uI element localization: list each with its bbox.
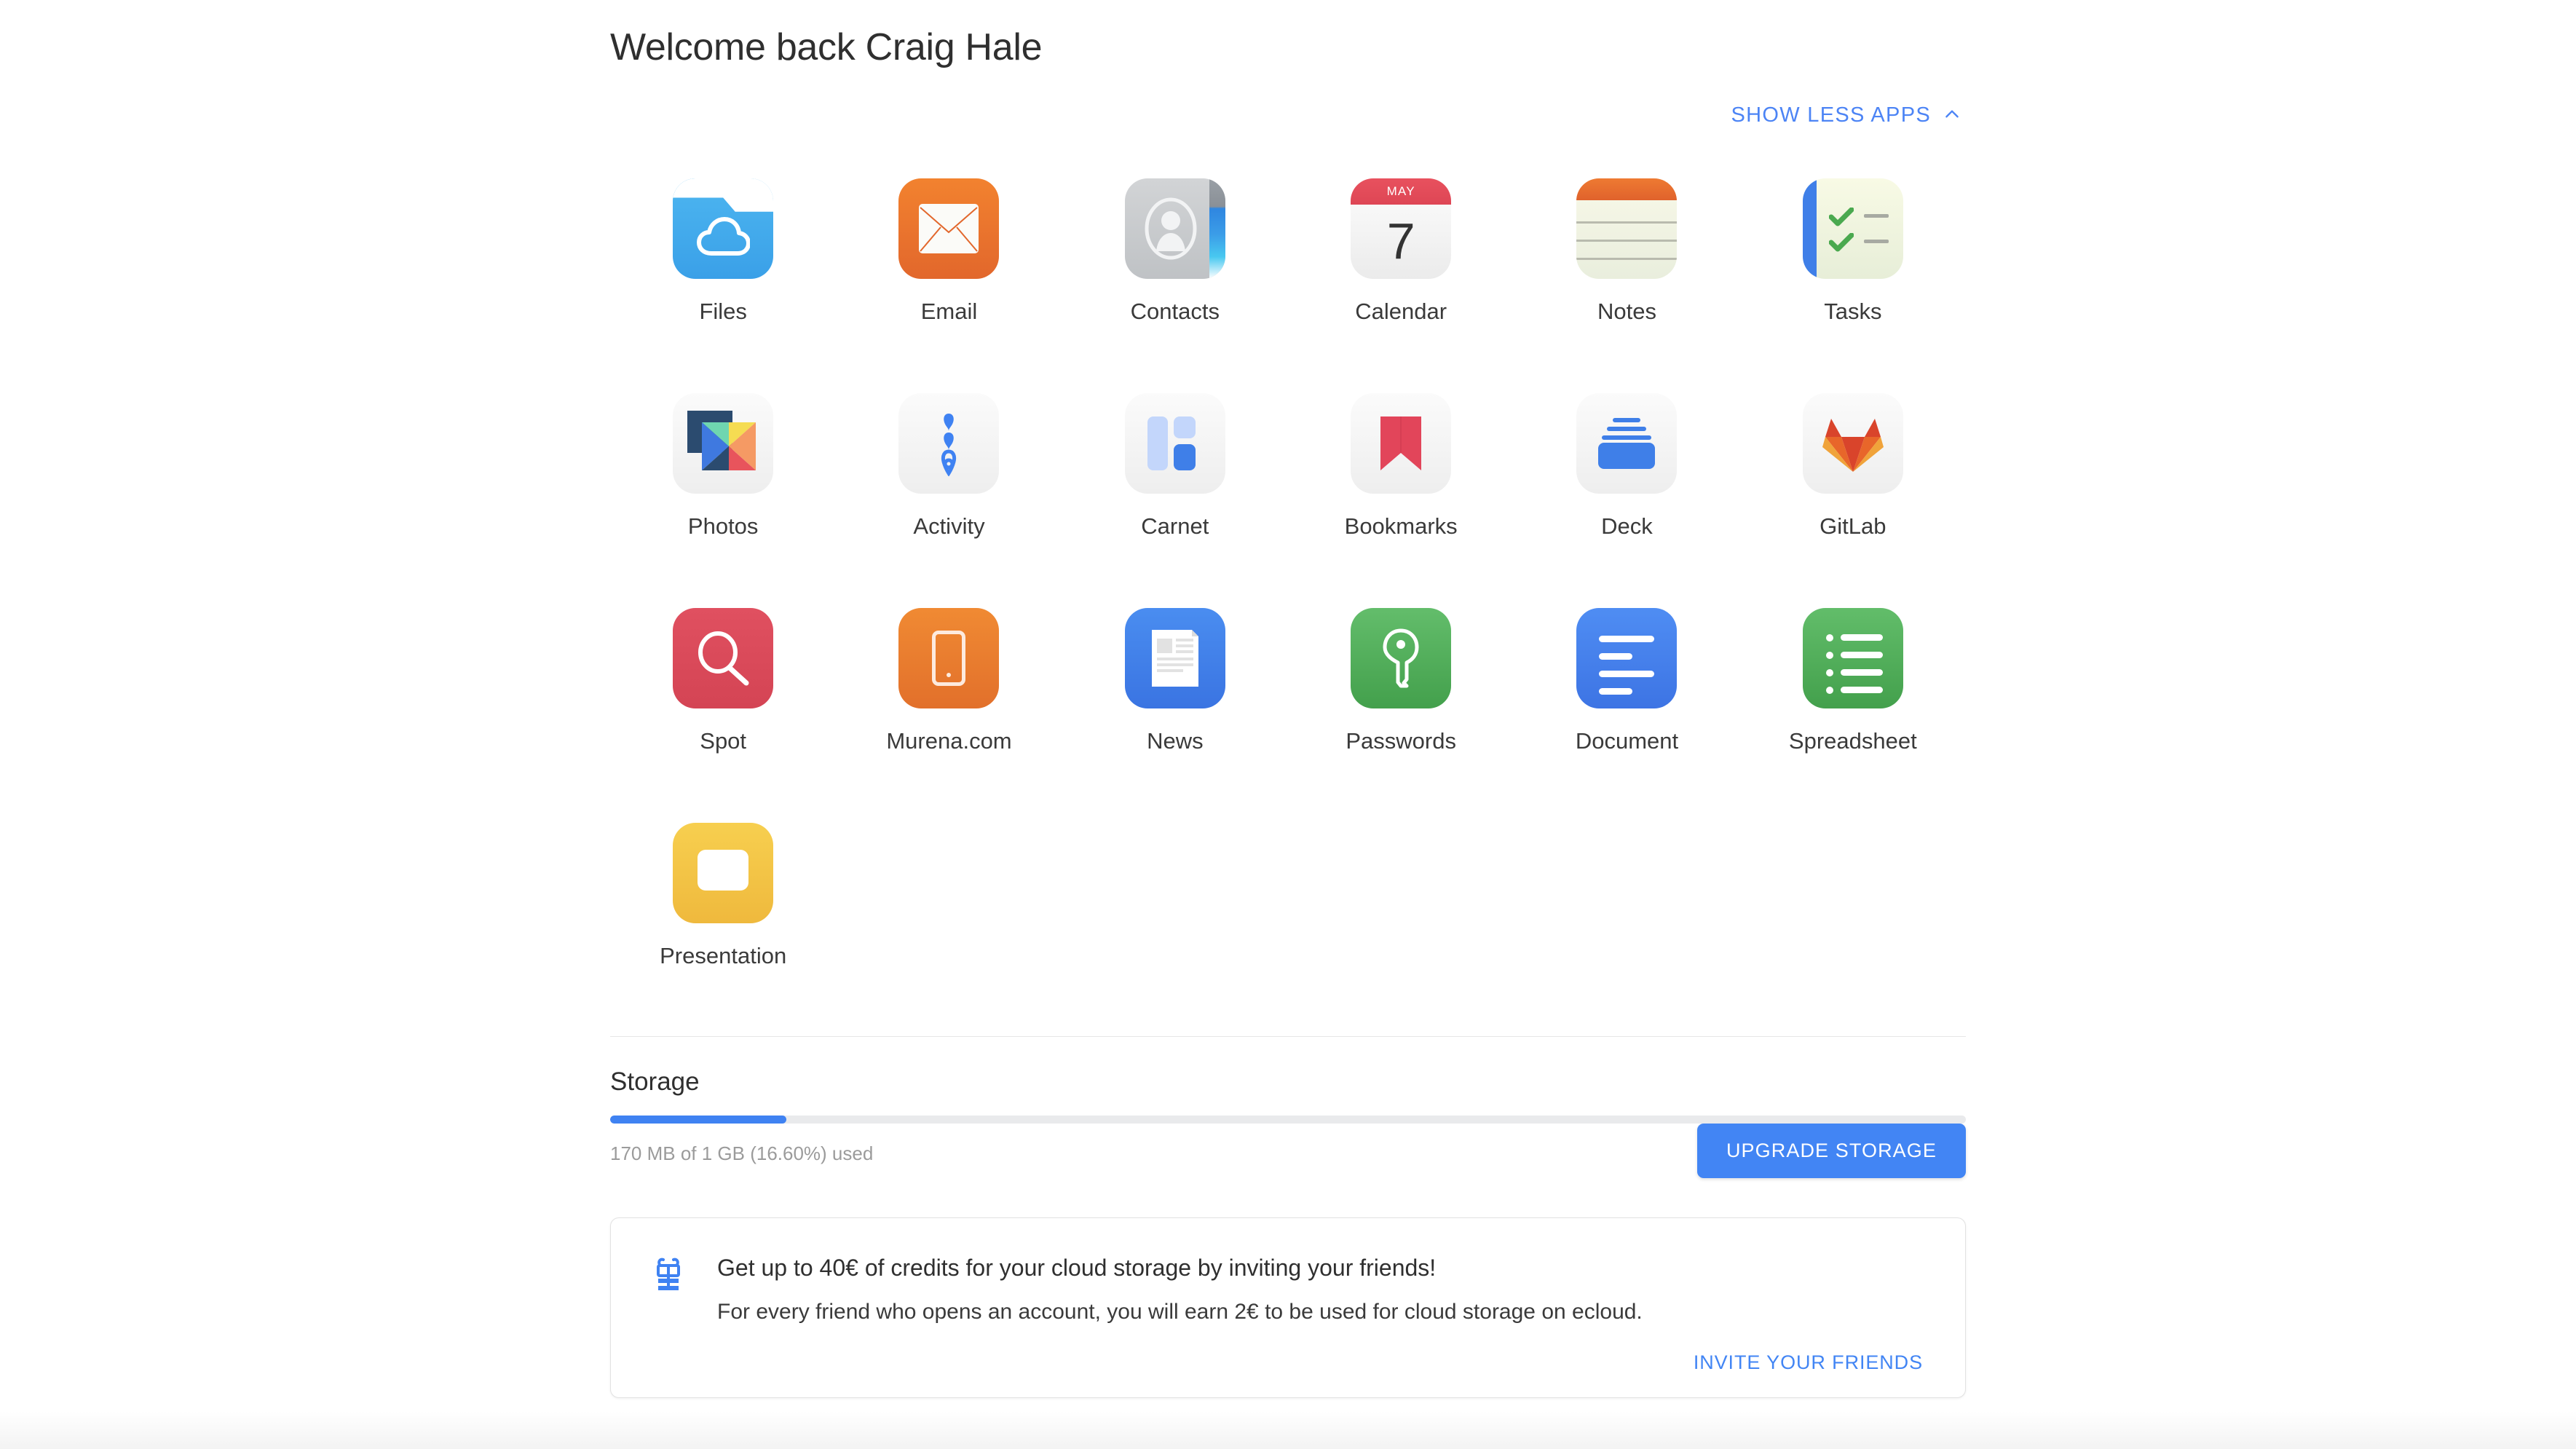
app-label: Passwords [1346,727,1456,754]
bottom-fade [0,1411,2576,1449]
app-tile-spot[interactable]: Spot [610,592,836,807]
activity-icon [898,392,1000,494]
storage-progress-bar [610,1115,1966,1124]
app-label: Document [1575,727,1679,754]
show-less-apps-label: SHOW LESS APPS [1731,103,1931,127]
app-label: Activity [913,513,985,539]
photos-icon [673,392,774,494]
app-label: Photos [687,513,759,539]
app-label: Files [699,298,747,324]
carnet-icon [1124,392,1225,494]
app-label: Notes [1597,298,1656,324]
app-tile-document[interactable]: Document [1514,592,1739,807]
gitlab-icon [1802,392,1903,494]
app-tile-gitlab[interactable]: GitLab [1740,377,1966,592]
upgrade-storage-button[interactable]: UPGRADE STORAGE [1696,1123,1966,1178]
storage-used-text: 170 MB of 1 GB (16.60%) used [610,1142,874,1164]
app-tile-carnet[interactable]: Carnet [1062,377,1288,592]
invite-card-body: Get up to 40€ of credits for your cloud … [649,1253,1927,1326]
news-icon [1124,607,1225,708]
email-icon [898,178,1000,279]
content-column: Welcome back Craig Hale SHOW LESS APPS F… [610,0,1966,1399]
app-tile-calendar[interactable]: MAY 7 Calendar [1288,162,1514,377]
storage-row: 170 MB of 1 GB (16.60%) used UPGRADE STO… [610,1123,1966,1178]
app-tile-email[interactable]: Email [836,162,1062,377]
storage-section-title: Storage [610,1067,700,1096]
app-tile-murena[interactable]: Murena.com [836,592,1062,807]
app-label: Spreadsheet [1788,727,1917,754]
murena-phone-icon [898,607,1000,708]
spot-search-icon [673,607,774,708]
app-label: Contacts [1130,298,1220,324]
presentation-icon [673,822,774,923]
app-tile-tasks[interactable]: Tasks [1740,162,1966,377]
app-tile-photos[interactable]: Photos [610,377,836,592]
app-tile-presentation[interactable]: Presentation [610,807,836,1022]
app-label: News [1147,727,1204,754]
calendar-icon: MAY 7 [1351,178,1452,279]
app-label: Presentation [660,942,787,968]
app-grid: Files Email Contacts MAY 7 Calendar Note… [610,162,1966,1022]
app-tile-passwords[interactable]: Passwords [1288,592,1514,807]
contacts-icon [1124,178,1225,279]
app-label: Carnet [1141,513,1209,539]
calendar-month-label: MAY [1386,183,1415,198]
deck-icon [1576,392,1678,494]
page-title: Welcome back Craig Hale [610,26,1043,68]
tasks-icon [1802,178,1903,279]
app-tile-files[interactable]: Files [610,162,836,377]
files-icon [673,178,774,279]
app-label: Murena.com [886,727,1012,754]
calendar-day-label: 7 [1386,212,1415,269]
app-label: Bookmarks [1344,513,1458,539]
app-label: Tasks [1824,298,1882,324]
notes-icon [1576,178,1678,279]
invite-text-block: Get up to 40€ of credits for your cloud … [717,1253,1643,1326]
app-label: GitLab [1820,513,1886,539]
app-tile-bookmarks[interactable]: Bookmarks [1288,377,1514,592]
gift-icon [649,1256,688,1295]
storage-progress-fill [610,1115,787,1124]
app-label: Email [920,298,978,324]
invite-headline: Get up to 40€ of credits for your cloud … [717,1254,1437,1281]
app-tile-contacts[interactable]: Contacts [1062,162,1288,377]
show-less-apps-button[interactable]: SHOW LESS APPS [1731,103,1961,127]
dashboard-page: Welcome back Craig Hale SHOW LESS APPS F… [0,0,2576,1449]
spreadsheet-icon [1802,607,1903,708]
invite-actions: INVITE YOUR FRIENDS [649,1351,1927,1374]
app-label: Spot [700,727,747,754]
invite-card: Get up to 40€ of credits for your cloud … [610,1217,1966,1399]
app-label: Deck [1601,513,1653,539]
app-tile-activity[interactable]: Activity [836,377,1062,592]
invite-your-friends-link[interactable]: INVITE YOUR FRIENDS [1694,1351,1923,1374]
app-tile-deck[interactable]: Deck [1514,377,1739,592]
app-tile-news[interactable]: News [1062,592,1288,807]
app-label: Calendar [1355,298,1447,324]
bookmarks-icon [1351,392,1452,494]
passwords-key-icon [1351,607,1452,708]
app-tile-notes[interactable]: Notes [1514,162,1739,377]
document-icon [1576,607,1678,708]
show-apps-row: SHOW LESS APPS [610,103,1966,127]
invite-subtext: For every friend who opens an account, y… [717,1299,1643,1324]
chevron-up-icon [1943,105,1961,124]
app-tile-spreadsheet[interactable]: Spreadsheet [1740,592,1966,807]
